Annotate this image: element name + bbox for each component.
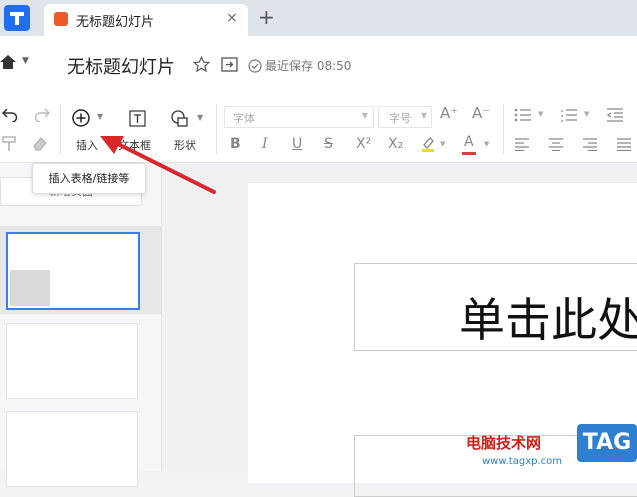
- annotation-arrow-icon: [100, 136, 216, 194]
